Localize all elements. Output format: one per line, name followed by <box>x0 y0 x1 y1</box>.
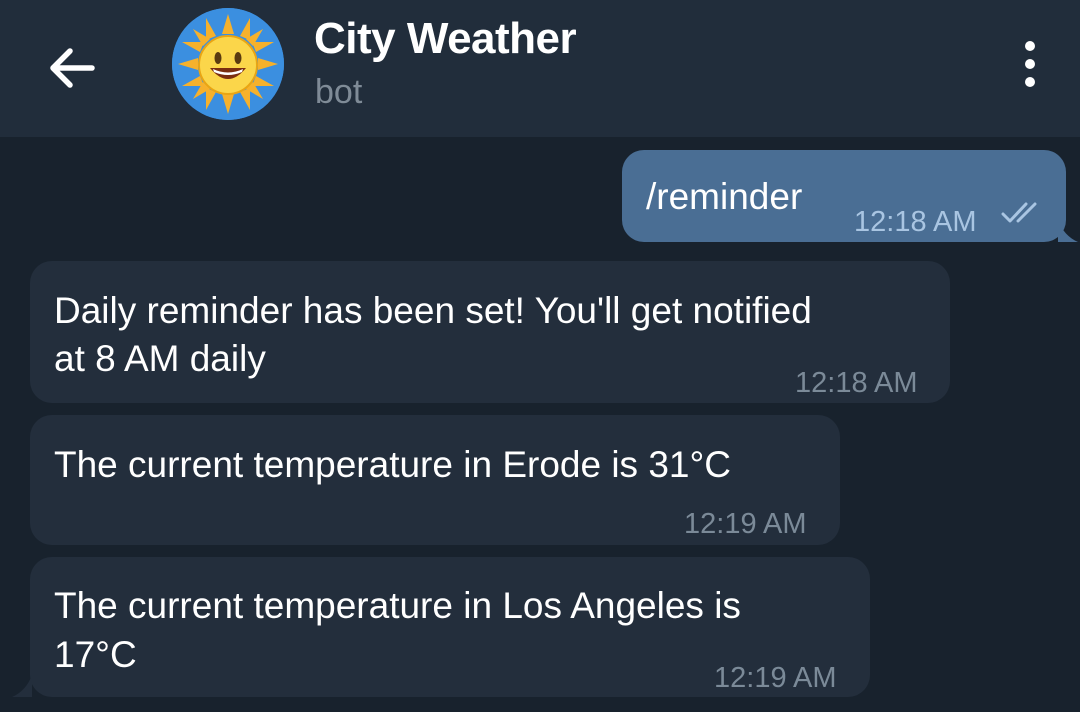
bubble-tail <box>1058 220 1078 242</box>
incoming-message[interactable]: The current temperature in Erode is 31°C… <box>30 415 840 545</box>
chat-title: City Weather <box>314 14 577 63</box>
message-text-line: The current temperature in Los Angeles i… <box>54 585 741 626</box>
message-time: 12:18 AM <box>795 367 918 399</box>
avatar[interactable] <box>172 8 284 120</box>
incoming-message[interactable]: Daily reminder has been set! You'll get … <box>30 261 950 403</box>
arrow-left-icon <box>50 48 95 88</box>
outgoing-message[interactable]: /reminder 12:18 AM <box>622 150 1066 242</box>
back-button[interactable] <box>40 36 104 100</box>
bubble-tail <box>12 675 32 697</box>
more-vertical-icon <box>1025 41 1035 87</box>
message-text: /reminder <box>646 176 803 217</box>
message-text: The current temperature in Erode is 31°C <box>54 444 732 485</box>
chat-header: City Weather bot <box>0 0 1080 137</box>
message-time: 12:19 AM <box>714 662 837 694</box>
chat-subtitle: bot <box>315 73 363 111</box>
message-time: 12:18 AM <box>854 206 977 238</box>
sun-emoji-avatar <box>172 8 284 120</box>
double-check-icon <box>1001 202 1037 223</box>
message-text-line: Daily reminder has been set! You'll get … <box>54 290 812 331</box>
message-text-line: at 8 AM daily <box>54 338 266 379</box>
more-options-button[interactable] <box>1010 36 1050 96</box>
message-text-line: 17°C <box>54 634 137 675</box>
message-time: 12:19 AM <box>684 508 807 540</box>
incoming-message[interactable]: The current temperature in Los Angeles i… <box>30 557 870 697</box>
